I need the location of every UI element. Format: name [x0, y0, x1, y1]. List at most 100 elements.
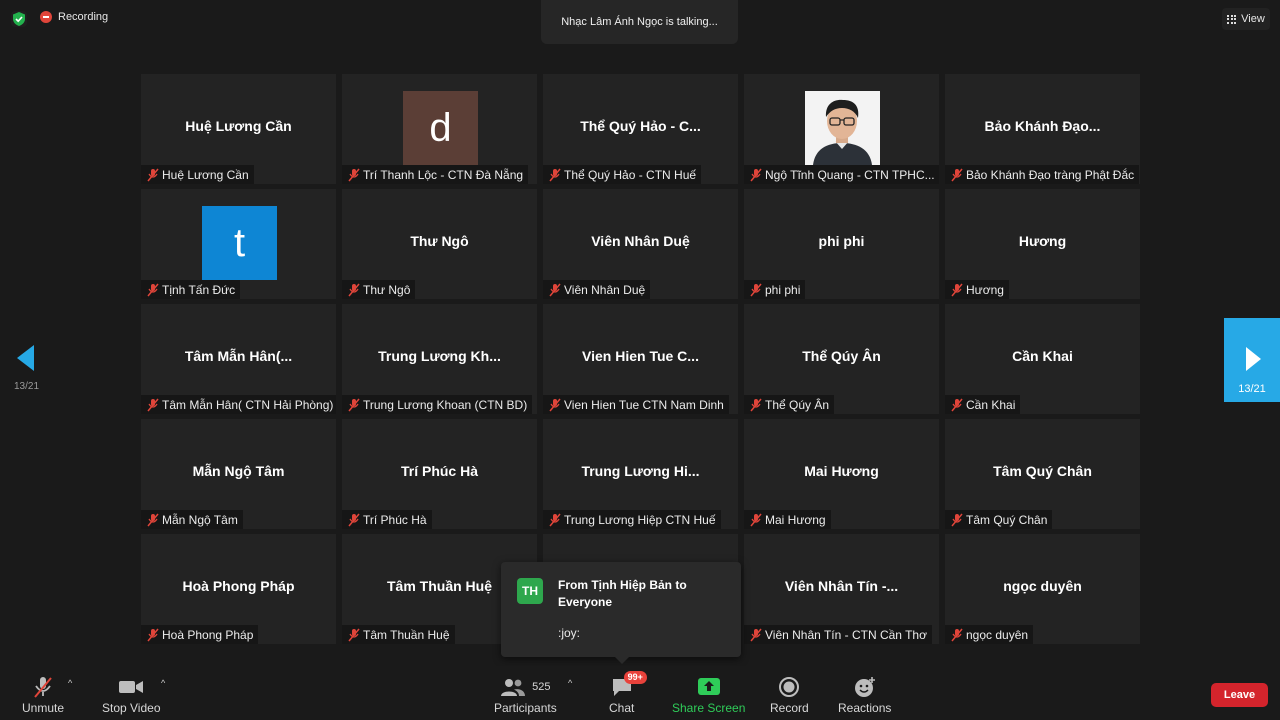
participant-name-label: Tâm Thuần Huệ — [363, 627, 450, 642]
participant-name-label: Thể Quý Hảo - CTN Huế — [564, 167, 697, 182]
participant-tile[interactable]: Thể Qúy Ân Thể Qúy Ân — [744, 304, 939, 414]
participant-tile[interactable]: ngọc duyên ngọc duyên — [945, 534, 1140, 644]
muted-mic-icon — [750, 283, 762, 296]
recording-label: Recording — [58, 11, 109, 23]
meeting-toolbar: Unmute ^ Stop Video ^ 525 Participants ^… — [0, 666, 1280, 720]
share-screen-button[interactable]: Share Screen — [672, 674, 745, 715]
participant-name-label: Mai Hương — [765, 512, 826, 527]
participants-label: Participants — [494, 701, 557, 715]
participant-nameplate: Hương — [945, 280, 1009, 299]
participant-nameplate: Trí Phúc Hà — [342, 510, 432, 529]
popup-pointer — [615, 657, 629, 664]
chat-button[interactable]: 99+ Chat — [609, 671, 647, 715]
participant-tile[interactable]: Tâm Mẫn Hân(... Tâm Mẫn Hân( CTN Hải Phò… — [141, 304, 336, 414]
stop-video-button[interactable]: Stop Video — [102, 674, 161, 715]
participant-gallery: Huệ Lương Cần Huệ Lương Cần d Trí Thanh … — [141, 74, 1140, 644]
participant-nameplate: Thể Quý Hảo - CTN Huế — [543, 165, 702, 184]
participant-nameplate: Trung Lương Khoan (CTN BD) — [342, 395, 533, 414]
previous-page-button[interactable]: 13/21 — [14, 345, 44, 397]
participant-display-name: Viên Nhân Tín -... — [784, 578, 899, 594]
participant-tile[interactable]: Huệ Lương Cần Huệ Lương Cần — [141, 74, 336, 184]
participant-nameplate: Cần Khai — [945, 395, 1021, 414]
participant-name-label: Vien Hien Tue CTN Nam Dinh — [564, 397, 724, 412]
participant-display-name: Mẫn Ngộ Tâm — [192, 463, 285, 479]
participant-tile[interactable]: Vien Hien Tue C... Vien Hien Tue CTN Nam… — [543, 304, 738, 414]
participant-display-name: ngọc duyên — [1003, 578, 1082, 594]
participant-display-name: Viên Nhân Duệ — [591, 233, 690, 249]
record-button[interactable]: Record — [770, 674, 809, 715]
chat-bubble-icon: 99+ — [610, 671, 647, 700]
participants-options-caret-icon[interactable]: ^ — [568, 678, 572, 688]
participants-button[interactable]: 525 Participants — [494, 674, 557, 715]
participant-name-label: Tâm Quý Chân — [966, 512, 1048, 527]
participant-tile[interactable]: Hoà Phong Pháp Hoà Phong Pháp — [141, 534, 336, 644]
participant-tile[interactable]: Trung Lương Hi... Trung Lương Hiệp CTN H… — [543, 419, 738, 529]
muted-mic-icon — [750, 628, 762, 641]
participant-display-name: Trí Phúc Hà — [400, 463, 479, 479]
participant-tile[interactable]: Thư Ngô Thư Ngô — [342, 189, 537, 299]
participant-name-label: Cần Khai — [966, 397, 1016, 412]
audio-options-caret-icon[interactable]: ^ — [68, 678, 72, 688]
participant-display-name: Mai Hương — [804, 463, 879, 479]
participant-tile[interactable]: Mẫn Ngộ Tâm Mẫn Ngộ Tâm — [141, 419, 336, 529]
participant-tile[interactable]: Bảo Khánh Đạo... Bảo Khánh Đạo tràng Phậ… — [945, 74, 1140, 184]
participant-nameplate: Thể Qúy Ân — [744, 395, 835, 414]
participant-display-name: Tâm Quý Chân — [993, 463, 1092, 479]
participant-nameplate: ngọc duyên — [945, 625, 1034, 644]
chat-label: Chat — [609, 701, 635, 715]
video-options-caret-icon[interactable]: ^ — [161, 678, 165, 688]
participant-nameplate: Tâm Quý Chân — [945, 510, 1053, 529]
participant-name-label: Viên Nhân Tín - CTN Cần Thơ — [765, 627, 927, 642]
participant-tile[interactable]: Trung Lương Kh... Trung Lương Khoan (CTN… — [342, 304, 537, 414]
participant-tile[interactable]: Viên Nhân Tín -... Viên Nhân Tín - CTN C… — [744, 534, 939, 644]
muted-mic-icon — [951, 628, 963, 641]
video-camera-icon — [118, 674, 144, 700]
leave-button[interactable]: Leave — [1211, 683, 1268, 707]
reactions-button[interactable]: Reactions — [838, 674, 891, 715]
participant-tile[interactable]: Hương Hương — [945, 189, 1140, 299]
participant-display-name: Hương — [1018, 233, 1067, 249]
security-shield-icon[interactable] — [11, 11, 27, 27]
chat-sender-line: From Tịnh Hiệp Bản to Everyone — [558, 578, 687, 609]
participant-tile[interactable]: phi phi phi phi — [744, 189, 939, 299]
page-indicator-left: 13/21 — [14, 381, 40, 392]
participant-name-label: Viên Nhân Duệ — [564, 282, 646, 297]
participant-name-label: Thể Qúy Ân — [765, 397, 830, 412]
reactions-label: Reactions — [838, 701, 892, 715]
unmute-button[interactable]: Unmute — [22, 674, 64, 715]
participant-name-label: Huệ Lương Cần — [162, 167, 249, 182]
chat-notification-popup[interactable]: TH From Tịnh Hiệp Bản to Everyone :joy: — [501, 562, 741, 664]
participant-tile[interactable]: Trí Phúc Hà Trí Phúc Hà — [342, 419, 537, 529]
participant-tile[interactable]: d Trí Thanh Lộc - CTN Đà Nẵng — [342, 74, 537, 184]
participant-nameplate: Ngộ Tĩnh Quang - CTN TPHC... — [744, 165, 939, 184]
muted-mic-icon — [348, 513, 360, 526]
participant-tile[interactable]: Thể Quý Hảo - C... Thể Quý Hảo - CTN Huế — [543, 74, 738, 184]
participant-display-name: Tâm Mẫn Hân(... — [184, 348, 293, 364]
participant-tile[interactable]: Mai Hương Mai Hương — [744, 419, 939, 529]
participant-nameplate: Huệ Lương Cần — [141, 165, 254, 184]
participant-name-label: Ngộ Tĩnh Quang - CTN TPHC... — [765, 167, 935, 182]
participant-name-label: Trí Phúc Hà — [363, 512, 427, 527]
muted-mic-icon — [348, 168, 360, 181]
participant-display-name: phi phi — [818, 233, 865, 249]
participant-display-name: Trung Lương Kh... — [378, 348, 501, 364]
muted-mic-icon — [549, 513, 561, 526]
recording-indicator[interactable]: Recording — [40, 11, 108, 23]
participant-avatar: t — [202, 206, 277, 280]
view-button[interactable]: View — [1222, 8, 1270, 30]
participant-display-name: Huệ Lương Cần — [185, 118, 292, 134]
participant-tile[interactable]: t Tịnh Tấn Đức — [141, 189, 336, 299]
stop-video-label: Stop Video — [102, 701, 161, 715]
participant-display-name: Thể Qúy Ân — [802, 348, 881, 364]
participant-photo — [805, 91, 880, 165]
next-page-button[interactable]: 13/21 — [1224, 318, 1280, 402]
chat-message-text: :joy: — [558, 626, 581, 640]
participant-tile[interactable]: Tâm Quý Chân Tâm Quý Chân — [945, 419, 1140, 529]
participant-tile[interactable]: Viên Nhân Duệ Viên Nhân Duệ — [543, 189, 738, 299]
participant-display-name: Bảo Khánh Đạo... — [984, 118, 1101, 134]
muted-mic-icon — [348, 398, 360, 411]
participant-tile[interactable]: Cần Khai Cần Khai — [945, 304, 1140, 414]
muted-mic-icon — [549, 168, 561, 181]
participant-tile[interactable]: Ngộ Tĩnh Quang - CTN TPHC... — [744, 74, 939, 184]
muted-mic-icon — [348, 283, 360, 296]
